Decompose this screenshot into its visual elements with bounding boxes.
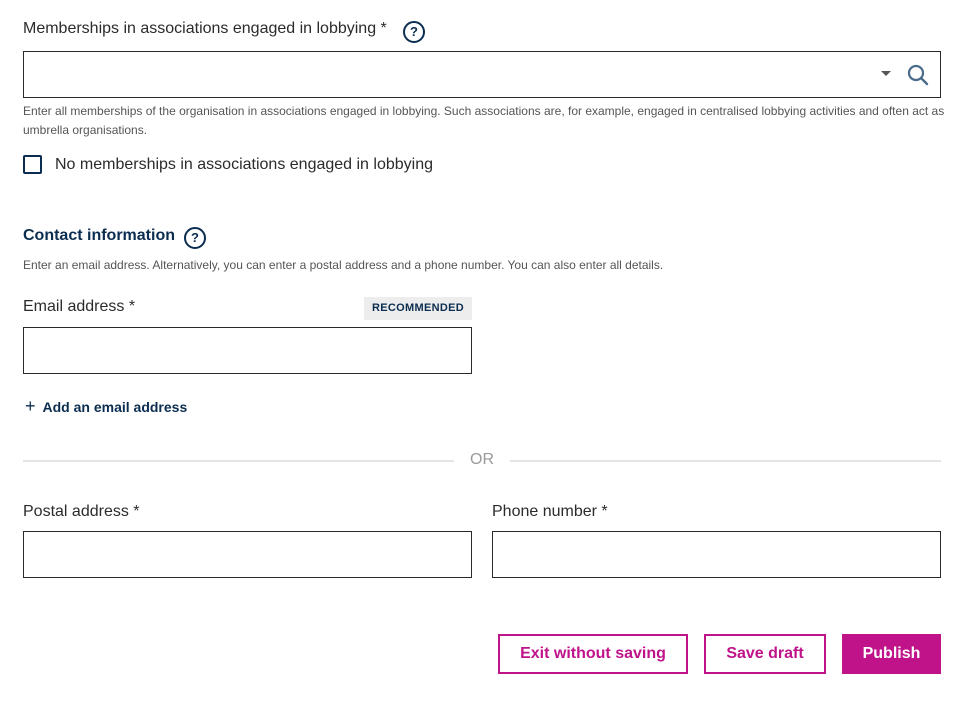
plus-icon: + [25,396,36,416]
divider-left [23,460,454,462]
no-memberships-option[interactable]: No memberships in associations engaged i… [23,155,433,174]
memberships-search-input[interactable] [23,51,941,98]
add-email-button[interactable]: + Add an email address [25,396,187,417]
phone-label: Phone number * [492,503,608,520]
email-label: Email address * [23,298,136,315]
contact-help-icon[interactable]: ? [184,227,206,249]
caret-down-icon[interactable] [881,71,891,76]
postal-label: Postal address * [23,503,140,520]
divider-right [510,460,941,462]
no-memberships-checkbox[interactable] [23,155,42,174]
memberships-hint: Enter all memberships of the organisatio… [23,104,945,137]
memberships-label: Memberships in associations engaged in l… [23,20,387,38]
exit-without-saving-button[interactable]: Exit without saving [498,634,688,674]
contact-section-title: Contact information [23,227,175,244]
postal-address-input[interactable] [23,531,472,578]
memberships-help-icon[interactable]: ? [403,21,425,43]
search-icon[interactable] [906,63,930,87]
publish-button[interactable]: Publish [842,634,941,674]
contact-hint: Enter an email address. Alternatively, y… [23,258,664,272]
recommended-badge: RECOMMENDED [364,297,472,320]
email-input[interactable] [23,327,472,374]
no-memberships-label: No memberships in associations engaged i… [55,155,433,173]
save-draft-button[interactable]: Save draft [704,634,826,674]
add-email-label: Add an email address [42,398,188,415]
memberships-label-text: Memberships in associations engaged in l… [23,20,387,37]
or-divider-text: OR [470,451,494,468]
phone-number-input[interactable] [492,531,941,578]
